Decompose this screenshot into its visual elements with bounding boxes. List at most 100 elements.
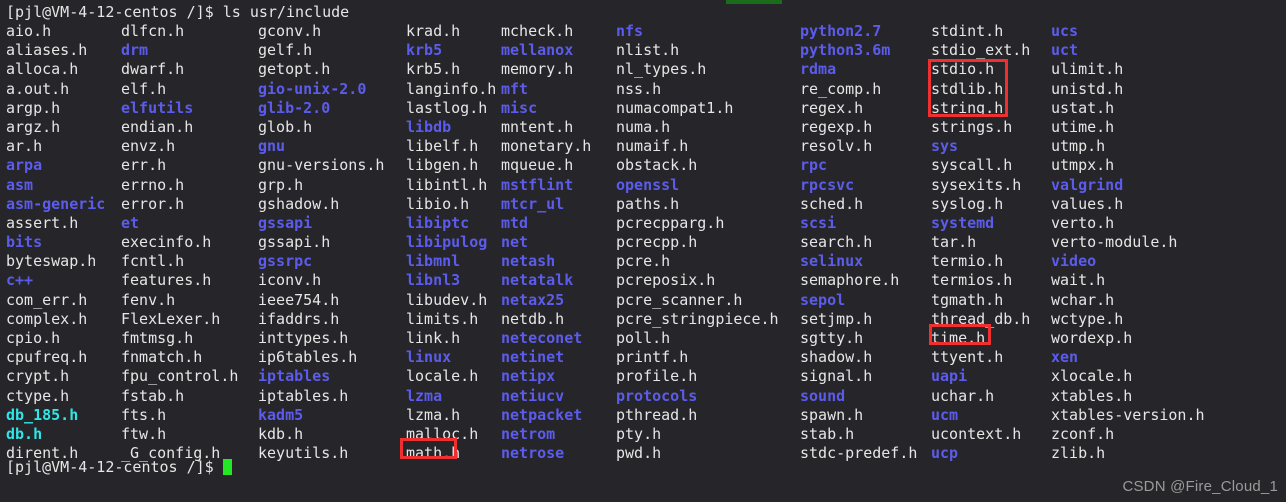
file-entry: dwarf.h <box>121 60 185 79</box>
symlink-entry: db.h <box>6 424 43 443</box>
file-entry: lzma.h <box>406 405 461 424</box>
file-entry: complex.h <box>6 309 88 328</box>
directory-entry: libdb <box>406 117 452 136</box>
file-entry: a.out.h <box>6 79 70 98</box>
file-entry: mqueue.h <box>501 156 574 175</box>
directory-entry: ucp <box>931 444 959 463</box>
text-cursor <box>222 459 232 475</box>
command-prompt-line: [pjl@VM-4-12-centos /]$ ls usr/include <box>6 3 350 21</box>
file-entry: search.h <box>800 233 873 252</box>
file-entry: regexp.h <box>800 117 873 136</box>
directory-entry: valgrind <box>1051 175 1124 194</box>
file-entry: aio.h <box>6 22 52 40</box>
file-entry: stdio_ext.h <box>931 41 1031 60</box>
file-entry: limits.h <box>406 309 479 328</box>
file-entry: stdio.h <box>931 60 995 79</box>
file-entry: unistd.h <box>1051 79 1124 98</box>
file-entry: sgtty.h <box>800 329 864 347</box>
directory-entry: drm <box>121 41 149 60</box>
file-entry: krad.h <box>406 22 461 40</box>
file-entry: libudev.h <box>406 290 488 309</box>
directory-entry: sound <box>800 386 846 405</box>
directory-entry: mft <box>501 79 529 98</box>
file-entry: termios.h <box>931 271 1013 290</box>
file-entry: ar.h <box>6 137 43 156</box>
file-entry: wctype.h <box>1051 309 1124 328</box>
file-entry: printf.h <box>616 348 689 367</box>
file-entry: error.h <box>121 194 185 213</box>
file-column: dlfcn.h drm dwarf.h elf.h elfutils endian.h en… <box>121 22 238 463</box>
file-entry: time.h <box>931 329 986 347</box>
directory-entry: gio-unix-2.0 <box>258 79 367 98</box>
file-entry: com_err.h <box>6 290 88 309</box>
file-entry: ucontext.h <box>931 424 1022 443</box>
directory-entry: krb5 <box>406 41 443 60</box>
file-entry: obstack.h <box>616 156 698 175</box>
directory-entry: libiptc <box>406 213 470 232</box>
file-entry: ttyent.h <box>931 348 1004 367</box>
file-entry: numaif.h <box>616 137 689 156</box>
directory-entry: et <box>121 213 140 232</box>
file-column: gconv.h gelf.h getopt.h gio-unix-2.0 glib-2.… <box>258 22 384 463</box>
file-entry: libgen.h <box>406 156 479 175</box>
file-entry: uchar.h <box>931 386 995 405</box>
directory-entry: glib-2.0 <box>258 98 331 117</box>
file-entry: ip6tables.h <box>258 348 358 367</box>
file-entry: libintl.h <box>406 175 488 194</box>
directory-entry: misc <box>501 98 538 117</box>
file-entry: krb5.h <box>406 60 461 79</box>
directory-entry: asm <box>6 175 34 194</box>
file-entry: zconf.h <box>1051 424 1115 443</box>
file-entry: keyutils.h <box>258 444 349 463</box>
file-entry: stdlib.h <box>931 79 1004 98</box>
file-entry: gconv.h <box>258 22 322 40</box>
file-entry: ctype.h <box>6 386 70 405</box>
directory-entry: netrose <box>501 444 565 463</box>
directory-entry: arpa <box>6 156 43 175</box>
file-entry: signal.h <box>800 367 873 386</box>
file-entry: monetary.h <box>501 137 592 156</box>
directory-entry: netinet <box>501 348 565 367</box>
file-entry: ifaddrs.h <box>258 309 340 328</box>
file-entry: xtables.h <box>1051 386 1133 405</box>
symlink-entry: db_185.h <box>6 405 79 424</box>
directory-entry: gssrpc <box>258 252 313 271</box>
terminal-window[interactable]: [pjl@VM-4-12-centos /]$ ls usr/include a… <box>0 0 1286 502</box>
directory-entry: nfs <box>616 22 644 40</box>
directory-entry: rpc <box>800 156 828 175</box>
file-entry: xlocale.h <box>1051 367 1133 386</box>
directory-entry: iptables <box>258 367 331 386</box>
file-entry: netdb.h <box>501 309 565 328</box>
file-entry: alloca.h <box>6 60 79 79</box>
file-entry: wait.h <box>1051 271 1106 290</box>
directory-entry: neteconet <box>501 329 583 347</box>
file-column: stdint.h stdio_ext.h stdio.h stdlib.h string… <box>931 22 1030 463</box>
file-entry: lastlog.h <box>406 98 488 117</box>
file-entry: features.h <box>121 271 212 290</box>
directory-entry: rdma <box>800 60 837 79</box>
directory-entry: libmnl <box>406 252 461 271</box>
file-entry: malloc.h <box>406 424 479 443</box>
directory-entry: python3.6m <box>800 41 891 60</box>
file-entry: byteswap.h <box>6 252 97 271</box>
directory-entry: netipx <box>501 367 556 386</box>
file-entry: paths.h <box>616 194 680 213</box>
file-entry: mntent.h <box>501 117 574 136</box>
directory-entry: c++ <box>6 271 34 290</box>
bottom-prompt-line[interactable]: [pjl@VM-4-12-centos /]$ <box>6 458 232 477</box>
directory-entry: netpacket <box>501 405 583 424</box>
directory-entry: uapi <box>931 367 968 386</box>
file-entry: sysexits.h <box>931 175 1022 194</box>
file-entry: envz.h <box>121 137 176 156</box>
directory-entry: netax25 <box>501 290 565 309</box>
file-entry: termio.h <box>931 252 1004 271</box>
file-entry: math.h <box>406 444 461 463</box>
directory-entry: gssapi <box>258 213 313 232</box>
file-entry: verto.h <box>1051 213 1115 232</box>
file-entry: memory.h <box>501 60 574 79</box>
directory-entry: elfutils <box>121 98 194 117</box>
file-entry: pcre.h <box>616 252 671 271</box>
file-column: ucs uct ulimit.h unistd.h ustat.h utime.h utmp… <box>1051 22 1205 463</box>
file-entry: assert.h <box>6 213 79 232</box>
directory-entry: mtd <box>501 213 529 232</box>
